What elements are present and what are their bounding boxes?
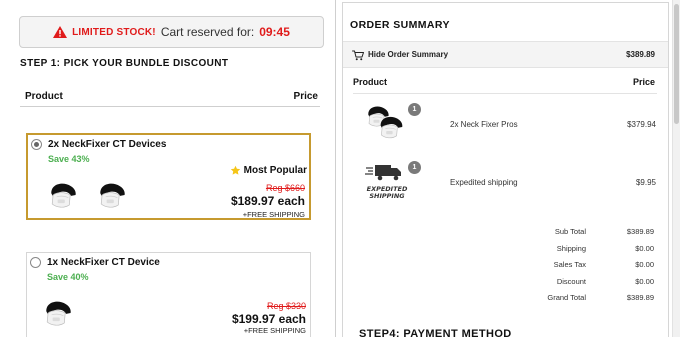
neck-fixer-device-image: [94, 177, 130, 213]
regular-price: Reg $330: [266, 301, 306, 311]
summary-line-item: 1 2x Neck Fixer Pros $379.94: [363, 101, 656, 151]
order-summary-title: ORDER SUMMARY: [350, 19, 450, 31]
bundle-radio-1x[interactable]: [30, 257, 41, 268]
divider: [353, 93, 657, 94]
bundle-title: 2x NeckFixer CT Devices: [48, 139, 167, 150]
scrollbar-thumb[interactable]: [674, 4, 679, 124]
total-value: $0.00: [635, 243, 654, 253]
total-label: Sales Tax: [553, 260, 586, 269]
bundle-save-label: Save 43%: [48, 154, 90, 164]
total-label: Discount: [556, 276, 586, 286]
cart-timer-banner: LIMITED STOCK! Cart reserved for: 09:45: [19, 16, 324, 48]
total-value: $389.89: [626, 227, 654, 236]
cart-reserved-text: Cart reserved for:: [160, 25, 255, 39]
summary-total-amount: $389.89: [626, 50, 655, 59]
product-column-header: Product: [25, 91, 63, 102]
cart-icon: [352, 50, 364, 61]
hide-order-summary-label: Hide Order Summary: [368, 50, 449, 59]
subtotal-row: Sub Total $389.89: [523, 227, 656, 244]
most-popular-label: Most Popular: [243, 165, 307, 176]
sales-tax-row: Sales Tax $0.00: [523, 260, 656, 277]
product-column-header: Product: [353, 77, 388, 87]
item-price: $9.95: [635, 178, 656, 187]
quantity-badge: 1: [408, 103, 421, 116]
most-popular-badge: Most Popular: [230, 165, 307, 176]
bundle-save-label: Save 40%: [47, 272, 89, 282]
neck-fixer-device-image: [40, 295, 76, 331]
expedited-shipping-icon: EXPEDITED SHIPPING: [365, 165, 408, 200]
total-value: $0.00: [635, 276, 654, 286]
total-value: $389.89: [626, 293, 654, 302]
summary-table-header: Product Price: [353, 75, 655, 91]
hide-order-summary-toggle[interactable]: Hide Order Summary $389.89: [343, 41, 668, 68]
free-shipping-label: +FREE SHIPPING: [243, 326, 306, 335]
price-column-header: Price: [632, 77, 655, 87]
bundle-option-2x[interactable]: 2x NeckFixer CT Devices Save 43% Most Po…: [26, 133, 311, 220]
expedited-shipping-icon-text-bottom: SHIPPING: [369, 192, 405, 200]
countdown-timer: 09:45: [259, 25, 290, 39]
bundle-radio-2x[interactable]: [31, 139, 42, 150]
shipping-row: Shipping $0.00: [523, 244, 656, 261]
grand-total-row: Grand Total $389.89: [523, 293, 656, 310]
price-column-header: Price: [293, 91, 318, 102]
neck-device-icon: [367, 106, 403, 139]
total-label: Sub Total: [554, 227, 586, 236]
total-value: $0.00: [635, 260, 654, 269]
step4-heading: STEP4: PAYMENT METHOD: [359, 328, 512, 337]
discount-row: Discount $0.00: [523, 277, 656, 294]
quantity-badge: 1: [408, 161, 421, 174]
regular-price: Reg $660: [265, 183, 305, 193]
step1-heading: STEP 1: PICK YOUR BUNDLE DISCOUNT: [20, 58, 229, 69]
summary-line-item: EXPEDITED SHIPPING 1 Expedited shipping …: [363, 159, 656, 209]
order-summary-panel: ORDER SUMMARY Hide Order Summary $389.89…: [342, 2, 669, 337]
bundle-table-header: Product Price: [20, 85, 320, 107]
bundle-title: 1x NeckFixer CT Device: [47, 257, 160, 268]
item-price: $379.94: [627, 120, 656, 129]
checkout-left-column: LIMITED STOCK! Cart reserved for: 09:45 …: [0, 0, 336, 337]
limited-stock-label: LIMITED STOCK!: [72, 26, 156, 38]
bundle-price: $189.97 each: [230, 194, 305, 208]
item-name: Expedited shipping: [450, 178, 518, 187]
item-name: 2x Neck Fixer Pros: [450, 120, 518, 129]
total-label: Grand Total: [547, 293, 586, 302]
order-totals: Sub Total $389.89 Shipping $0.00 Sales T…: [523, 227, 656, 310]
free-shipping-label: +FREE SHIPPING: [242, 210, 305, 219]
bundle-price: $199.97 each: [231, 312, 306, 326]
bundle-option-1x[interactable]: 1x NeckFixer CT Device Save 40% Reg $330…: [26, 252, 311, 337]
neck-fixer-device-image: [45, 177, 81, 213]
total-label: Shipping: [556, 243, 586, 253]
warning-icon: [53, 26, 68, 38]
star-icon: [230, 165, 240, 175]
